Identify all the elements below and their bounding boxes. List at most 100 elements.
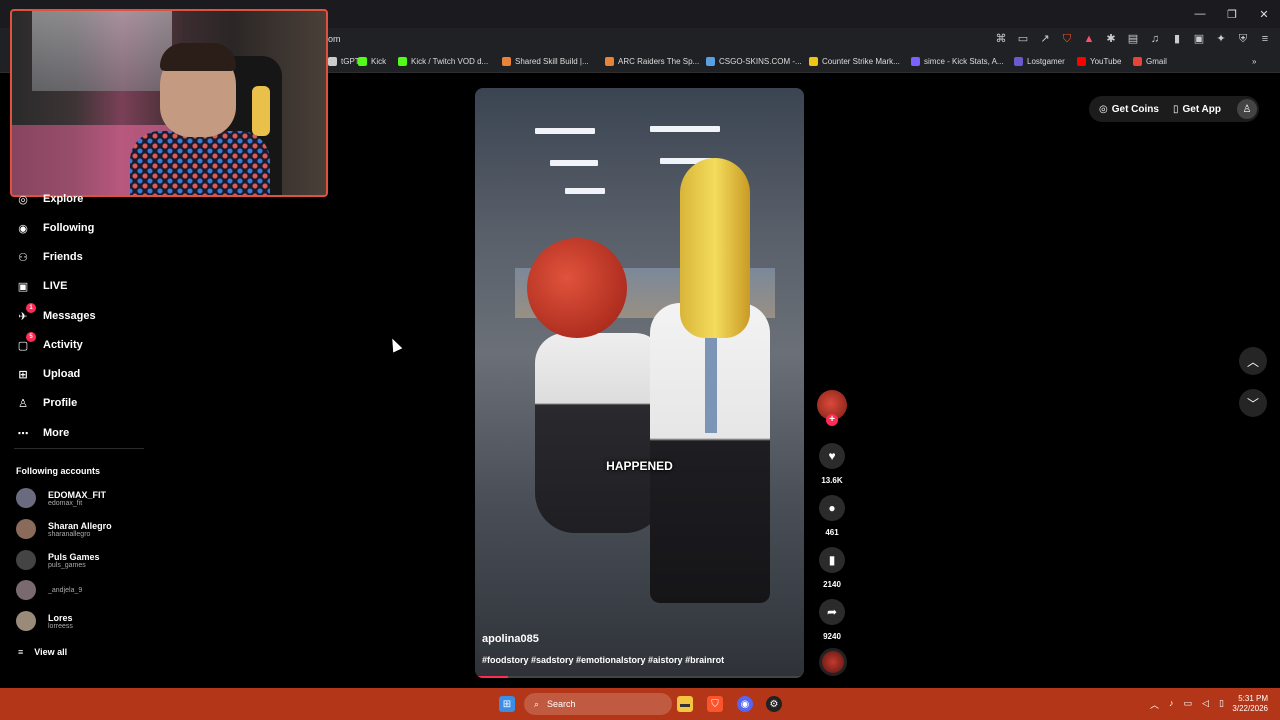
view-all-link[interactable]: ≡ View all xyxy=(18,647,67,657)
taskbar-search[interactable]: ⌕ Search xyxy=(524,693,672,715)
network-icon[interactable]: ▭ xyxy=(1184,698,1193,711)
bookmark-label: ARC Raiders The Sp... xyxy=(618,57,700,66)
notification-badge: 5 xyxy=(26,332,36,342)
video-hashtags[interactable]: #foodstory #sadstory #emotionalstory #ai… xyxy=(482,655,724,665)
close-window-button[interactable]: ✕ xyxy=(1248,0,1280,28)
sidebar-item-label: Messages xyxy=(43,310,96,322)
brave-browser-icon[interactable]: ⛉ xyxy=(707,696,723,712)
account-handle: edomax_fit xyxy=(48,499,83,507)
extensions-icon[interactable]: ✱ xyxy=(1104,32,1118,46)
comment-button[interactable]: ● xyxy=(819,495,845,521)
sidebar-item-friends[interactable]: ⚇ Friends xyxy=(14,248,83,266)
bookmark-item[interactable]: Kick / Twitch VOD d... xyxy=(398,57,488,66)
sidebar-item-explore[interactable]: ◎ Explore xyxy=(14,190,83,208)
phone-icon: ▯ xyxy=(1172,103,1179,115)
bookmark-item[interactable]: Counter Strike Mark... xyxy=(809,57,900,66)
cast-icon[interactable]: ▭ xyxy=(1016,32,1030,46)
bookmark-label: Shared Skill Build |... xyxy=(515,57,589,66)
url-text[interactable]: om xyxy=(328,34,341,44)
microphone-icon[interactable]: ♪ xyxy=(1169,698,1174,711)
share-icon[interactable]: ↗ xyxy=(1038,32,1052,46)
diamond-icon xyxy=(706,57,715,66)
clock-date: 3/22/2026 xyxy=(1232,704,1268,713)
translate-icon[interactable]: ⌘ xyxy=(994,32,1008,46)
bookmark-item[interactable]: Lostgamer xyxy=(1014,57,1065,66)
follow-plus-icon[interactable]: + xyxy=(826,414,838,426)
kick-icon xyxy=(358,57,367,66)
steam-icon[interactable]: ⚙ xyxy=(766,696,782,712)
bookmark-label: Lostgamer xyxy=(1027,57,1065,66)
bookmark-item[interactable]: Kick xyxy=(358,57,386,66)
sidebar-item-following[interactable]: ◉ Following xyxy=(14,219,94,237)
minimize-button[interactable]: — xyxy=(1184,0,1216,28)
banana-character-head xyxy=(680,158,750,338)
bookmark-item[interactable]: CSGO-SKINS.COM -... xyxy=(706,57,802,66)
profile-avatar[interactable]: ♙ xyxy=(1237,99,1257,119)
sound-disc[interactable] xyxy=(819,648,847,676)
video-author[interactable]: apolina085 xyxy=(482,633,539,645)
bookmark-label: CSGO-SKINS.COM -... xyxy=(719,57,802,66)
account-name: Sharan Allegro xyxy=(48,520,112,531)
bookmark-item[interactable]: simce - Kick Stats, A... xyxy=(911,57,1004,66)
following-account[interactable]: _andjela_9 xyxy=(16,580,82,600)
taskbar-search-label: Search xyxy=(547,699,576,709)
extension-toolbar: ⌘ ▭ ↗ ⛉ ▲ ✱ ▤ ♫ ▮ ▣ ✦ ⛨ ≡ xyxy=(994,32,1272,46)
save-button[interactable]: ▮ xyxy=(819,547,845,573)
menu-icon[interactable]: ≡ xyxy=(1258,32,1272,46)
discord-icon[interactable]: ◉ xyxy=(737,696,753,712)
video-progress-bar[interactable] xyxy=(475,676,804,678)
bookmark-item[interactable]: ARC Raiders The Sp... xyxy=(605,57,699,66)
next-video-button[interactable]: ﹀ xyxy=(1239,389,1267,417)
sidebar-item-activity[interactable]: ▢ 5 Activity xyxy=(14,332,83,354)
sidebar-item-upload[interactable]: ⊞ Upload xyxy=(14,365,80,383)
clock[interactable]: 5:31 PM 3/22/2026 xyxy=(1232,694,1268,714)
sidebar-divider xyxy=(14,448,144,449)
kick-icon xyxy=(398,57,407,66)
following-account[interactable]: Puls Games puls_games xyxy=(16,550,100,570)
get-app-label: Get App xyxy=(1182,103,1221,115)
bookmarks-overflow-icon[interactable]: » xyxy=(1252,57,1256,66)
avatar xyxy=(16,580,36,600)
get-coins-label: Get Coins xyxy=(1111,103,1159,115)
like-button[interactable]: ♥ xyxy=(819,443,845,469)
sidebar-toggle-icon[interactable]: ▮ xyxy=(1170,32,1184,46)
battery-icon[interactable]: ▯ xyxy=(1219,698,1224,711)
bookmark-item[interactable]: YouTube xyxy=(1077,57,1121,66)
previous-video-button[interactable]: ︿ xyxy=(1239,347,1267,375)
get-coins-button[interactable]: ◎ Get Coins xyxy=(1099,104,1159,115)
following-account[interactable]: Sharan Allegro sharanallegro xyxy=(16,519,112,539)
media-icon[interactable]: ♫ xyxy=(1148,32,1162,46)
compass-icon: ◎ xyxy=(18,193,28,206)
chevron-down-icon: ﹀ xyxy=(1246,396,1259,411)
tab-search-icon[interactable]: ▤ xyxy=(1126,32,1140,46)
bookmark-label: tGPT xyxy=(341,57,360,66)
bookmark-item[interactable]: Gmail xyxy=(1133,57,1167,66)
leo-ai-icon[interactable]: ✦ xyxy=(1214,32,1228,46)
share-button[interactable]: ➦ xyxy=(819,599,845,625)
activity-icon: ▢ 5 xyxy=(14,332,36,354)
brave-rewards-icon[interactable]: ▲ xyxy=(1082,32,1096,46)
video-player[interactable]: HAPPENED apolina085 #foodstory #sadstory… xyxy=(475,88,804,678)
bookmark-label: simce - Kick Stats, A... xyxy=(924,57,1004,66)
header-actions: ◎ Get Coins ▯ Get App ♙ xyxy=(1089,96,1259,122)
following-account[interactable]: EDOMAX_FIT edomax_fit xyxy=(16,488,106,508)
start-button[interactable]: ⊞ xyxy=(499,696,515,712)
bookmark-item[interactable]: tGPT xyxy=(328,57,360,66)
webcam-overlay xyxy=(10,9,328,197)
sidebar-item-more[interactable]: ⋯ More xyxy=(14,424,70,442)
tray-chevron-icon[interactable]: ︿ xyxy=(1150,698,1159,711)
file-explorer-icon[interactable]: ▬ xyxy=(677,696,693,712)
vpn-icon[interactable]: ⛨ xyxy=(1236,32,1250,46)
maximize-button[interactable]: ❐ xyxy=(1216,0,1248,28)
get-app-button[interactable]: ▯ Get App xyxy=(1173,104,1221,115)
bookmark-item[interactable]: Shared Skill Build |... xyxy=(502,57,589,66)
sidebar-item-profile[interactable]: ♙ Profile xyxy=(14,394,77,412)
sidebar-item-live[interactable]: ▣ LIVE xyxy=(14,277,68,295)
wallet-icon[interactable]: ▣ xyxy=(1192,32,1206,46)
following-account[interactable]: Lores lorreess xyxy=(16,611,73,631)
brave-shield-icon[interactable]: ⛉ xyxy=(1060,32,1074,46)
sidebar-item-label: Profile xyxy=(43,397,78,409)
volume-icon[interactable]: ◁ xyxy=(1202,698,1209,711)
sidebar-item-messages[interactable]: ✈ 1 Messages xyxy=(14,303,96,325)
account-handle: sharanallegro xyxy=(48,530,91,538)
